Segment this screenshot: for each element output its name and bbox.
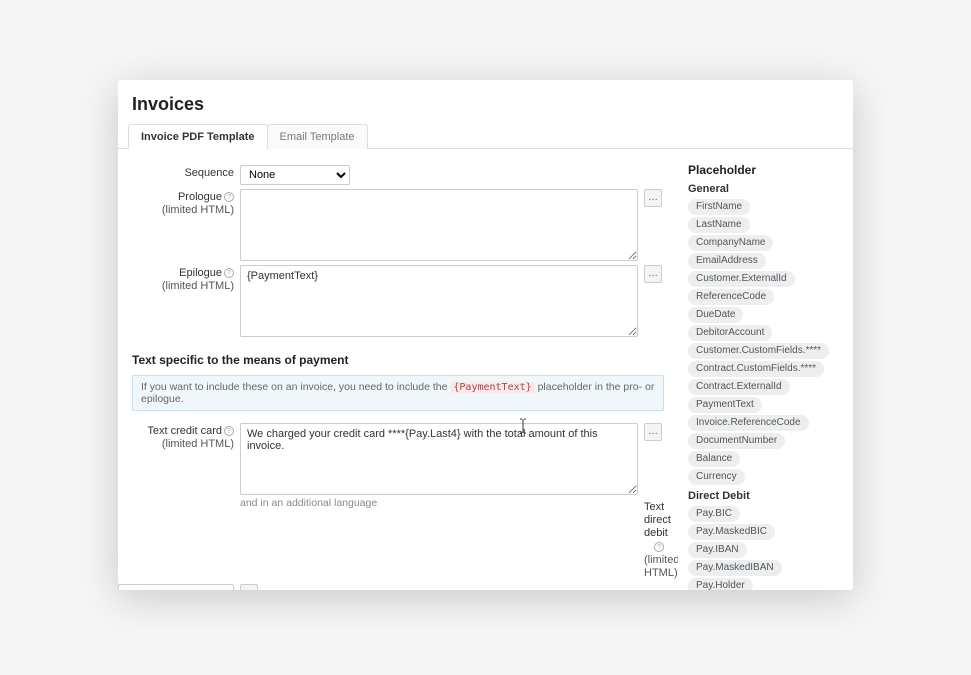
placeholder-chip[interactable]: Pay.IBAN <box>688 542 747 558</box>
credit-card-text-label: Text credit card? (limited HTML) <box>118 423 234 495</box>
prologue-expand-button[interactable]: … <box>644 189 662 207</box>
tab-bar: Invoice PDF Template Email Template <box>118 123 853 149</box>
placeholder-chip[interactable]: Pay.Holder <box>688 578 753 590</box>
direct-debit-expand-button[interactable]: … <box>240 584 258 590</box>
credit-card-expand-button[interactable]: … <box>644 423 662 441</box>
tab-invoice-pdf-template[interactable]: Invoice PDF Template <box>128 124 268 149</box>
placeholder-chip[interactable]: Contract.CustomFields.**** <box>688 361 824 377</box>
tab-email-template[interactable]: Email Template <box>267 124 368 149</box>
placeholder-chip[interactable]: Balance <box>688 451 740 467</box>
placeholder-chip[interactable]: Pay.MaskedIBAN <box>688 560 782 576</box>
placeholder-chip[interactable]: Customer.ExternalId <box>688 271 795 287</box>
placeholder-chip[interactable]: PaymentText <box>688 397 762 413</box>
placeholder-chip[interactable]: LastName <box>688 217 750 233</box>
direct-debit-text-textarea[interactable] <box>118 584 234 590</box>
placeholder-group-title: General <box>688 183 839 195</box>
placeholder-chip[interactable]: Customer.CustomFields.**** <box>688 343 829 359</box>
epilogue-textarea[interactable] <box>240 265 638 337</box>
page-title: Invoices <box>118 80 853 123</box>
info-icon[interactable]: ? <box>654 542 664 552</box>
sequence-select[interactable]: None <box>240 165 350 185</box>
placeholder-chip[interactable]: ReferenceCode <box>688 289 774 305</box>
placeholder-chip[interactable]: DebitorAccount <box>688 325 772 341</box>
placeholder-chip[interactable]: Pay.BIC <box>688 506 740 522</box>
direct-debit-text-label: Text direct debit? (limited HTML) <box>644 499 664 580</box>
placeholder-chip[interactable]: Pay.MaskedBIC <box>688 524 775 540</box>
placeholder-sidebar: Placeholder General FirstName LastName Comp… <box>678 149 853 590</box>
prologue-textarea[interactable] <box>240 189 638 261</box>
info-icon[interactable]: ? <box>224 426 234 436</box>
placeholder-chip[interactable]: EmailAddress <box>688 253 766 269</box>
placeholder-chip[interactable]: FirstName <box>688 199 750 215</box>
placeholder-chip[interactable]: Currency <box>688 469 745 485</box>
sequence-label: Sequence <box>118 165 234 185</box>
info-icon[interactable]: ? <box>224 268 234 278</box>
credit-card-text-textarea[interactable] <box>240 423 638 495</box>
placeholder-chip[interactable]: Invoice.ReferenceCode <box>688 415 809 431</box>
prologue-label: Prologue? (limited HTML) <box>118 189 234 261</box>
placeholder-title: Placeholder <box>688 163 839 177</box>
placeholder-group-title: Direct Debit <box>688 490 839 502</box>
placeholder-chip[interactable]: CompanyName <box>688 235 773 251</box>
payment-text-note: If you want to include these on an invoi… <box>132 375 664 411</box>
settings-window: Invoices Invoice PDF Template Email Temp… <box>118 80 853 590</box>
info-icon[interactable]: ? <box>224 192 234 202</box>
payment-text-section-title: Text specific to the means of payment <box>118 341 664 371</box>
content-row: Sequence None Prologue? (limited HTML) …… <box>118 149 853 590</box>
epilogue-expand-button[interactable]: … <box>644 265 662 283</box>
placeholder-chip[interactable]: Contract.ExternalId <box>688 379 790 395</box>
credit-card-additional-language[interactable]: and in an additional language <box>240 497 638 574</box>
placeholder-chip[interactable]: DocumentNumber <box>688 433 785 449</box>
form-column: Sequence None Prologue? (limited HTML) …… <box>118 149 678 590</box>
epilogue-label: Epilogue? (limited HTML) <box>118 265 234 337</box>
placeholder-chip[interactable]: DueDate <box>688 307 743 323</box>
